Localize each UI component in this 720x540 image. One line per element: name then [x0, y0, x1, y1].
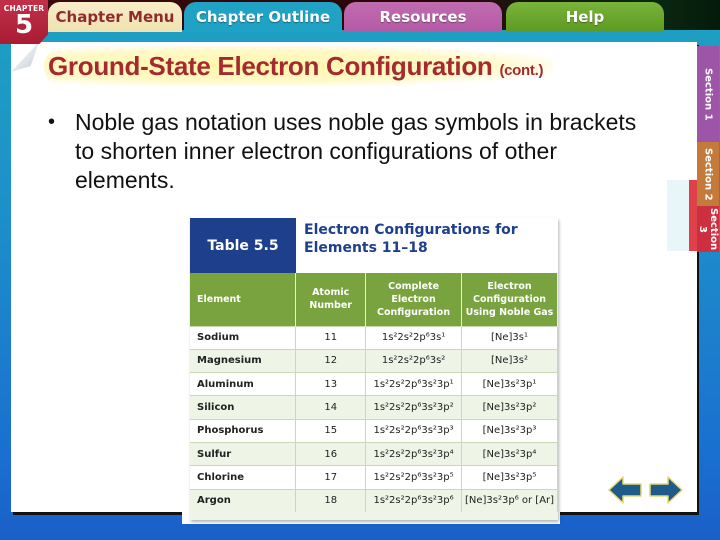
- cell-atomic-number: 13: [295, 372, 367, 396]
- section-tab-2[interactable]: Section 2: [697, 142, 719, 206]
- tab-resources[interactable]: Resources: [344, 2, 502, 32]
- table-row: Phosphorus 15 1s²2s²2p⁶3s²3p³ [Ne]3s²3p³: [190, 418, 558, 443]
- slide-title-highlight: Ground-State Electron Configuration (con…: [44, 46, 554, 86]
- table-row: Argon 18 1s²2s²2p⁶3s²3p⁶ [Ne]3s²3p⁶ or [Ar]: [190, 488, 558, 513]
- cell-noble-gas-configuration: [Ne]3s²: [461, 348, 558, 373]
- arrow-left-icon[interactable]: [607, 474, 643, 506]
- arrow-right-icon[interactable]: [648, 474, 684, 506]
- table-header-row: Element Atomic Number Complete Electron …: [190, 273, 558, 326]
- section-3-indicator: [689, 180, 697, 251]
- table-number: Table 5.5: [190, 218, 296, 273]
- electron-configuration-table: Table 5.5 Electron Configurations for El…: [190, 218, 558, 520]
- cell-complete-configuration: 1s²2s²2p⁶3s²3p¹: [365, 372, 463, 396]
- table-title-line-2: Elements 11–18: [304, 240, 428, 256]
- cell-noble-gas-configuration: [Ne]3s²3p⁵: [461, 465, 558, 490]
- table-row: Sulfur 16 1s²2s²2p⁶3s²3p⁴ [Ne]3s²3p⁴: [190, 441, 558, 466]
- cell-complete-configuration: 1s²2s²2p⁶3s²3p⁵: [365, 465, 463, 490]
- table-row: Chlorine 17 1s²2s²2p⁶3s²3p⁵ [Ne]3s²3p⁵: [190, 465, 558, 490]
- column-header-noble-gas-configuration: Electron Configuration Using Noble Gas: [461, 273, 558, 326]
- bullet-icon: •: [48, 111, 56, 133]
- slide-title-text: Ground-State Electron Configuration: [48, 51, 493, 81]
- cell-atomic-number: 11: [295, 325, 367, 350]
- tab-chapter-outline[interactable]: Chapter Outline: [184, 2, 342, 32]
- cell-atomic-number: 17: [295, 465, 367, 490]
- table-row: Sodium 11 1s²2s²2p⁶3s¹ [Ne]3s¹: [190, 325, 558, 350]
- cell-element: Sulfur: [190, 441, 297, 466]
- cell-atomic-number: 18: [295, 488, 367, 513]
- cell-atomic-number: 16: [295, 441, 367, 466]
- column-header-complete-configuration: Complete Electron Configuration: [365, 273, 463, 326]
- cell-element: Argon: [190, 488, 297, 513]
- table-row: Magnesium 12 1s²2s²2p⁶3s² [Ne]3s²: [190, 348, 558, 373]
- chapter-number: 5: [14, 10, 34, 40]
- table-title: Electron Configurations for Elements 11–…: [296, 218, 558, 273]
- cell-atomic-number: 15: [295, 418, 367, 443]
- cell-complete-configuration: 1s²2s²2p⁶3s²3p⁶: [365, 488, 463, 513]
- slide-title: Ground-State Electron Configuration (con…: [48, 51, 543, 81]
- cell-complete-configuration: 1s²2s²2p⁶3s¹: [365, 325, 463, 350]
- bullet-point: • Noble gas notation uses noble gas symb…: [48, 108, 648, 195]
- bullet-text: Noble gas notation uses noble gas symbol…: [75, 109, 637, 193]
- section-tab-3[interactable]: Section 3: [697, 206, 719, 252]
- cell-complete-configuration: 1s²2s²2p⁶3s²: [365, 348, 463, 373]
- cell-complete-configuration: 1s²2s²2p⁶3s²3p²: [365, 395, 463, 420]
- tab-chapter-menu[interactable]: Chapter Menu: [48, 2, 182, 32]
- cell-element: Magnesium: [190, 348, 297, 373]
- column-header-atomic-number: Atomic Number: [295, 273, 367, 326]
- table-row: Aluminum 13 1s²2s²2p⁶3s²3p¹ [Ne]3s²3p¹: [190, 372, 558, 396]
- table-figure: Table 5.5 Electron Configurations for El…: [182, 212, 560, 524]
- cell-noble-gas-configuration: [Ne]3s²3p³: [461, 418, 558, 443]
- cell-element: Sodium: [190, 325, 297, 350]
- table-caption: Table 5.5 Electron Configurations for El…: [190, 218, 558, 273]
- tab-help[interactable]: Help: [506, 2, 664, 32]
- cell-noble-gas-configuration: [Ne]3s²3p⁴: [461, 441, 558, 466]
- cell-complete-configuration: 1s²2s²2p⁶3s²3p³: [365, 418, 463, 443]
- cell-element: Aluminum: [190, 372, 297, 396]
- data-table: Element Atomic Number Complete Electron …: [190, 273, 558, 513]
- table-title-line-1: Electron Configurations for: [304, 222, 518, 238]
- cell-noble-gas-configuration: [Ne]3s²3p¹: [461, 372, 558, 396]
- cell-element: Chlorine: [190, 465, 297, 490]
- cell-atomic-number: 12: [295, 348, 367, 373]
- table-row: Silicon 14 1s²2s²2p⁶3s²3p² [Ne]3s²3p²: [190, 395, 558, 420]
- cell-element: Silicon: [190, 395, 297, 420]
- cell-complete-configuration: 1s²2s²2p⁶3s²3p⁴: [365, 441, 463, 466]
- slide-title-suffix: (cont.): [499, 62, 544, 79]
- cell-atomic-number: 14: [295, 395, 367, 420]
- cell-noble-gas-configuration: [Ne]3s²3p⁶ or [Ar]: [461, 488, 558, 513]
- chapter-badge[interactable]: CHAPTER 5: [0, 0, 48, 44]
- cell-noble-gas-configuration: [Ne]3s¹: [461, 325, 558, 350]
- cell-noble-gas-configuration: [Ne]3s²3p²: [461, 395, 558, 420]
- column-header-element: Element: [190, 273, 297, 326]
- cell-element: Phosphorus: [190, 418, 297, 443]
- section-tab-1[interactable]: Section 1: [697, 46, 719, 142]
